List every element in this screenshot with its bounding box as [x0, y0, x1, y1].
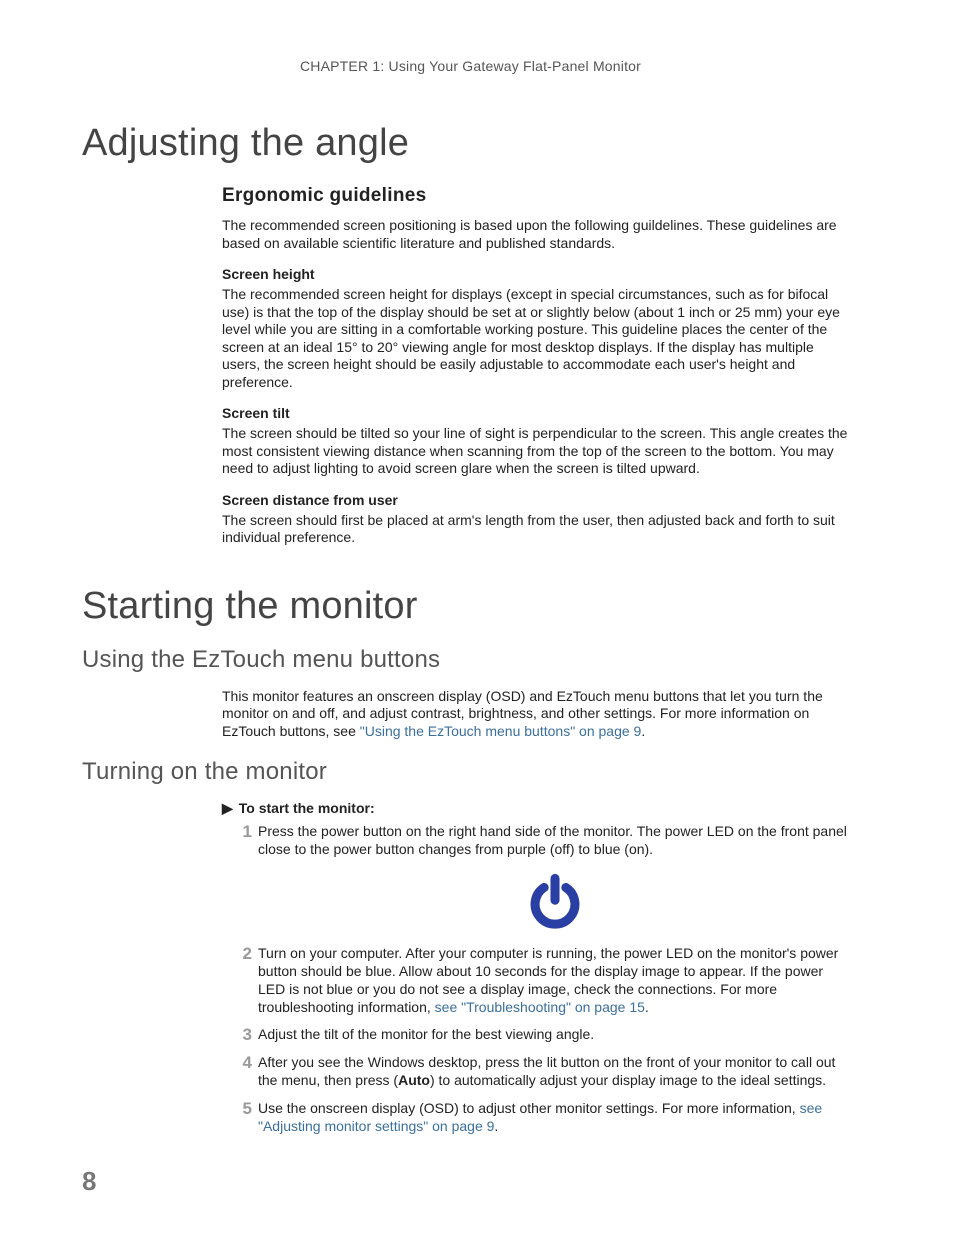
page-number: 8: [82, 1166, 96, 1197]
xref-eztouch-buttons[interactable]: "Using the EzTouch menu buttons" on page…: [360, 723, 642, 739]
step-text: Use the onscreen display (OSD) to adjust…: [258, 1100, 800, 1116]
text: .: [641, 723, 645, 739]
chapter-header: CHAPTER 1: Using Your Gateway Flat-Panel…: [82, 58, 859, 74]
heading-turning-on-monitor: Turning on the monitor: [82, 758, 859, 786]
step-text: Adjust the tilt of the monitor for the b…: [258, 1026, 594, 1042]
heading-screen-tilt: Screen tilt: [222, 405, 852, 421]
paragraph: The recommended screen height for displa…: [222, 286, 852, 391]
paragraph: The screen should be tilted so your line…: [222, 425, 852, 478]
step-item: Press the power button on the right hand…: [222, 823, 852, 931]
heading-ergonomic-guidelines: Ergonomic guidelines: [222, 185, 852, 207]
step-item: Adjust the tilt of the monitor for the b…: [222, 1026, 852, 1044]
step-item: Use the onscreen display (OSD) to adjust…: [222, 1100, 852, 1136]
text: .: [494, 1118, 498, 1134]
heading-starting-monitor: Starting the monitor: [82, 585, 859, 628]
procedure-lead-text: To start the monitor:: [239, 800, 375, 816]
heading-eztouch-buttons: Using the EzTouch menu buttons: [82, 646, 859, 674]
step-item: Turn on your computer. After your comput…: [222, 945, 852, 1017]
heading-adjusting-angle: Adjusting the angle: [82, 122, 859, 165]
step-text: ) to automatically adjust your display i…: [430, 1072, 826, 1088]
heading-screen-height: Screen height: [222, 266, 852, 282]
paragraph: The screen should first be placed at arm…: [222, 512, 852, 547]
power-icon: [526, 873, 584, 931]
arrow-icon: ▶: [222, 800, 233, 817]
paragraph: The recommended screen positioning is ba…: [222, 217, 852, 252]
text: .: [645, 999, 649, 1015]
xref-troubleshooting[interactable]: see "Troubleshooting" on page 15: [435, 999, 645, 1015]
heading-screen-distance: Screen distance from user: [222, 492, 852, 508]
auto-label: Auto: [398, 1072, 430, 1088]
paragraph: This monitor features an onscreen displa…: [222, 688, 852, 741]
procedure-lead: ▶ To start the monitor:: [222, 800, 852, 817]
step-text: Press the power button on the right hand…: [258, 823, 847, 857]
step-item: After you see the Windows desktop, press…: [222, 1054, 852, 1090]
